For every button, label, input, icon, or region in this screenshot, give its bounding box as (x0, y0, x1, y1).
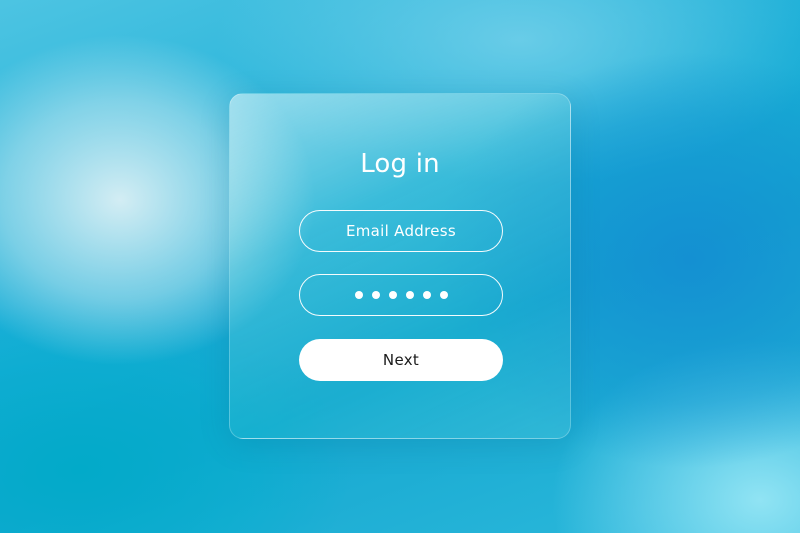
password-dot (422, 291, 431, 299)
password-dot (439, 291, 448, 299)
password-dot (405, 291, 414, 299)
password-field[interactable] (299, 274, 503, 316)
login-title: Log in (360, 149, 440, 179)
next-button[interactable]: Next (299, 339, 503, 381)
email-field[interactable]: Email Address (299, 210, 503, 252)
password-dot (388, 291, 397, 299)
login-card: Log in Email Address Next (229, 93, 571, 439)
next-button-label: Next (382, 351, 420, 369)
password-dot (354, 291, 363, 299)
password-mask (354, 291, 448, 299)
password-dot (371, 291, 380, 299)
email-placeholder: Email Address (345, 222, 457, 240)
